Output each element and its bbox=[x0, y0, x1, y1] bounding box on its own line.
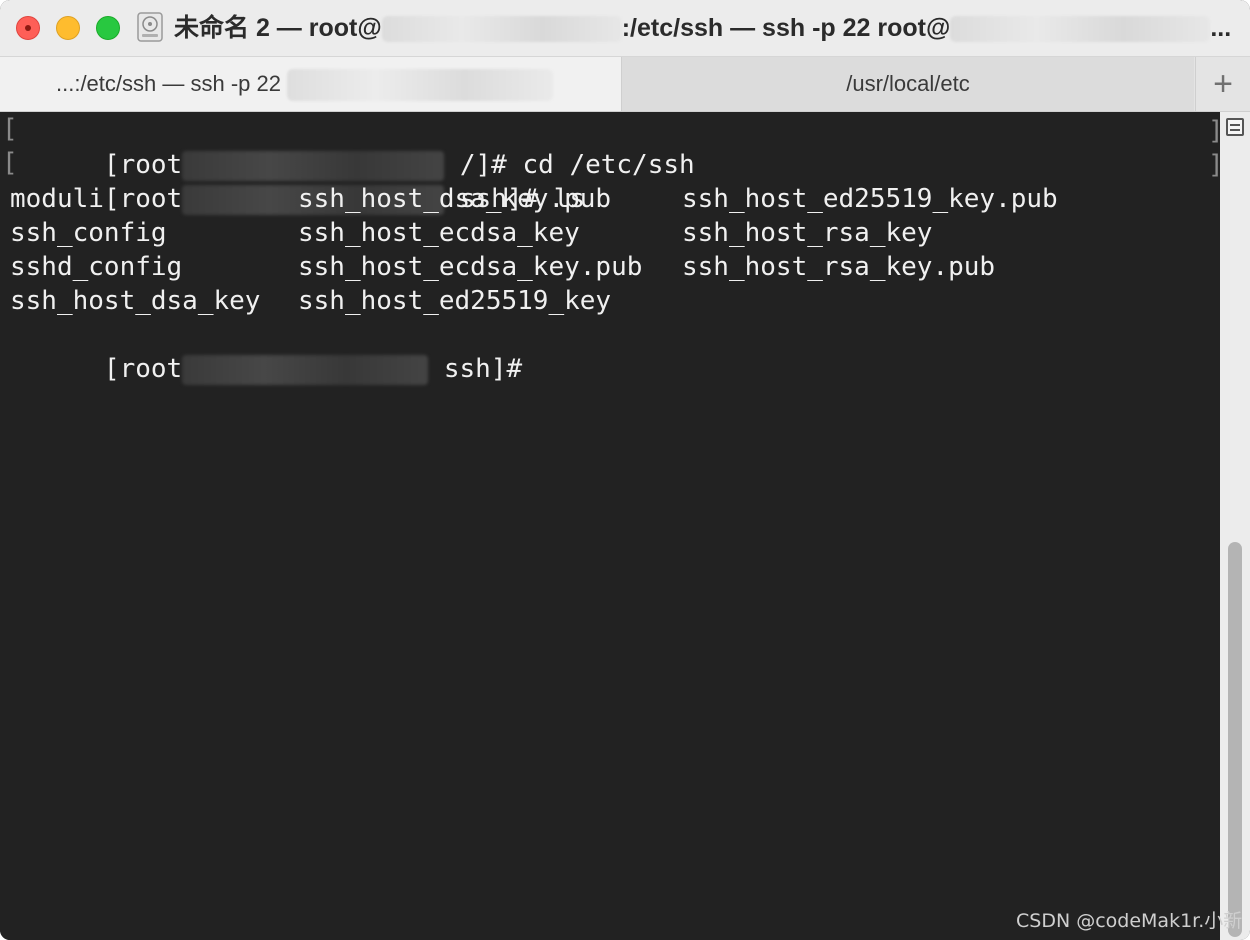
prompt-user: [root bbox=[103, 354, 183, 384]
new-tab-button[interactable]: + bbox=[1195, 57, 1250, 111]
tab-etc-ssh[interactable]: ...:/etc/ssh — ssh -p 22 bbox=[0, 57, 622, 111]
terminal-window: 未命名 2 — root@ :/etc/ssh — ssh -p 22 root@… bbox=[0, 0, 1250, 940]
redacted-host bbox=[381, 16, 622, 43]
file-name: moduli bbox=[10, 184, 104, 214]
window-title: 未命名 2 — root@ :/etc/ssh — ssh -p 22 root@… bbox=[174, 12, 1234, 44]
file-name: ssh_host_ed25519_key.pub bbox=[682, 184, 1058, 214]
file-name: ssh_host_rsa_key bbox=[682, 218, 933, 248]
terminal-output[interactable]: [ [root /]# cd /etc/ssh ] [ [root ssh]# … bbox=[0, 112, 1224, 940]
file-name: ssh_config bbox=[10, 218, 167, 248]
redacted-host bbox=[286, 69, 553, 102]
prompt-dir: ssh]# bbox=[428, 354, 523, 384]
redacted-host bbox=[182, 354, 429, 385]
file-name: ssh_host_dsa_key bbox=[10, 286, 261, 316]
file-name: ssh_host_rsa_key.pub bbox=[682, 252, 996, 282]
title-bar[interactable]: 未命名 2 — root@ :/etc/ssh — ssh -p 22 root@… bbox=[0, 0, 1250, 57]
tab-bar: ...:/etc/ssh — ssh -p 22 /usr/local/etc … bbox=[0, 57, 1250, 112]
tab-usr-local-etc[interactable]: /usr/local/etc bbox=[622, 57, 1194, 111]
prompt-line: [root ssh]# ls bbox=[10, 148, 585, 215]
file-name: ssh_host_ed25519_key bbox=[298, 286, 612, 316]
redacted-host bbox=[950, 16, 1211, 43]
disk-drive-icon bbox=[136, 12, 164, 42]
watermark: CSDN @codeMak1r.小新 bbox=[1016, 910, 1243, 932]
file-name: sshd_config bbox=[10, 252, 183, 282]
scrollbar-thumb[interactable] bbox=[1228, 542, 1242, 937]
tab-label: /usr/local/etc bbox=[846, 71, 970, 96]
file-name: ssh_host_dsa_key.pub bbox=[298, 184, 612, 214]
maximize-button[interactable] bbox=[96, 16, 120, 40]
prompt-user: [root bbox=[103, 184, 183, 214]
marks-icon[interactable] bbox=[1226, 118, 1244, 136]
file-name: ssh_host_ecdsa_key.pub bbox=[298, 252, 643, 282]
close-button[interactable] bbox=[16, 16, 40, 40]
file-name: ssh_host_ecdsa_key bbox=[298, 218, 580, 248]
scrollbar[interactable] bbox=[1220, 112, 1250, 940]
window-title-suffix: :/etc/ssh — ssh -p 22 root@ bbox=[621, 14, 951, 42]
prompt-line: [root /]# cd /etc/ssh bbox=[10, 114, 695, 181]
window-title-prefix: 未命名 2 — root@ bbox=[174, 14, 382, 42]
prompt-line-current: [root ssh]# bbox=[10, 318, 522, 385]
minimize-button[interactable] bbox=[56, 16, 80, 40]
tab-label: ...:/etc/ssh — ssh -p 22 bbox=[56, 71, 281, 96]
window-title-ellipsis: ... bbox=[1210, 14, 1232, 42]
